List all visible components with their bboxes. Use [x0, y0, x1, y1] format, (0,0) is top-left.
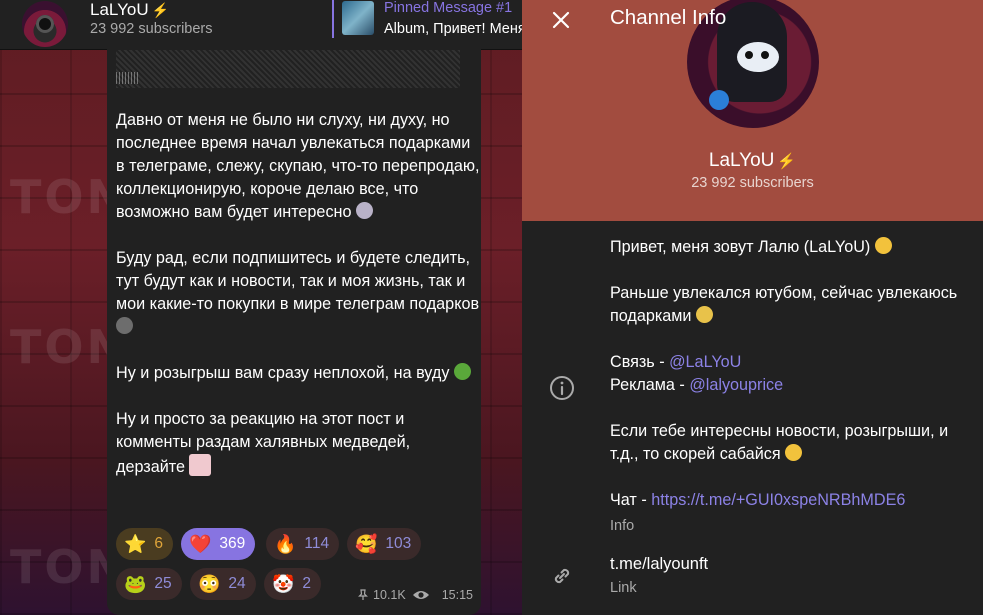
pin-icon	[358, 589, 368, 600]
reaction-flushed-face[interactable]: 😳 24	[190, 568, 256, 600]
voodoo-doll-emoji-icon	[453, 363, 471, 380]
channel-chat[interactable]: TON TON TON LaLYoU ⚡ 23 992 subscribers P…	[0, 0, 522, 615]
reaction-smiling-hearts[interactable]: 🥰 103	[347, 528, 422, 560]
reaction-count: 2	[302, 575, 312, 592]
reaction-count: 24	[228, 575, 246, 592]
spoiler-block[interactable]	[116, 50, 460, 88]
channel-avatar[interactable]	[22, 1, 68, 47]
clown-icon: 🤡	[272, 574, 295, 594]
post-paragraph: Давно от меня не было ни слуху, ни духу,…	[116, 111, 480, 221]
link-icon	[554, 568, 570, 584]
pinned-title: Pinned Message #1	[384, 0, 513, 16]
frog-icon: 🐸	[124, 574, 147, 594]
reaction-count: 6	[154, 535, 164, 552]
heart-icon: ❤️	[189, 534, 212, 554]
panel-title: Channel Info	[610, 6, 727, 29]
telegram-window: TON TON TON LaLYoU ⚡ 23 992 subscribers P…	[0, 0, 983, 615]
close-icon[interactable]	[550, 9, 572, 31]
post-paragraph: Ну и розыгрыш вам сразу неплохой, на вуд…	[116, 362, 480, 385]
view-count: 10.1K	[373, 588, 406, 602]
pinned-preview: Album, Привет! Меня	[384, 21, 522, 37]
channel-post[interactable]: Давно от меня не было ни слуху, ни духу,…	[107, 38, 481, 615]
post-paragraph: Буду рад, если подпишитесь и будете след…	[116, 247, 480, 339]
info-circle-icon	[550, 376, 574, 400]
eye-icon	[412, 591, 429, 599]
channel-description: Привет, меня зовут Лалю (LaLYoU) Раньше …	[610, 236, 970, 512]
channel-name: LaLYoU	[90, 0, 149, 19]
description-contacts: Связь - @LaLYoU Реклама - @lalyouprice	[610, 353, 784, 394]
channel-info-panel: Channel Info LaLYoU ⚡ 23 992 subscribers …	[522, 0, 983, 615]
description-line: Привет, меня зовут Лалю (LaLYoU)	[610, 236, 970, 259]
reaction-star[interactable]: ⭐ 6	[116, 528, 174, 560]
contact-link[interactable]: @LaLYoU	[669, 353, 741, 371]
profile-name: LaLYoU ⚡	[708, 150, 797, 171]
post-meta: 10.1K 15:15	[357, 588, 473, 602]
post-paragraph: Ну и просто за реакцию на этот пост и ко…	[116, 410, 411, 476]
smiling-hearts-icon: 🥰	[355, 534, 378, 554]
ads-link[interactable]: @lalyouprice	[689, 376, 783, 394]
fire-icon: 🔥	[274, 534, 297, 554]
description-line: Раньше увлекался ютубом, сейчас увлекаюс…	[610, 284, 958, 325]
reaction-heart[interactable]: ❤️ 369	[181, 528, 256, 560]
telegram-badge-icon	[709, 90, 729, 110]
lightning-badge-icon: ⚡	[151, 2, 170, 18]
channel-link[interactable]: t.me/lalyounft	[610, 555, 708, 574]
bear-sticker-icon	[189, 454, 212, 476]
profile-header: Channel Info LaLYoU ⚡ 23 992 subscribers	[522, 0, 983, 221]
reaction-count: 369	[219, 535, 246, 552]
hugging-face-icon	[874, 237, 892, 254]
post-time: 15:15	[441, 588, 473, 602]
profile-subscribers: 23 992 subscribers	[691, 175, 814, 191]
reaction-count: 103	[385, 535, 412, 552]
mascot-face	[737, 42, 779, 72]
lightning-badge-icon: ⚡	[777, 153, 797, 170]
ghost-emoji-icon	[355, 202, 373, 219]
channel-title[interactable]: LaLYoU ⚡	[90, 0, 169, 20]
reaction-frog[interactable]: 🐸 25	[116, 568, 182, 600]
pinned-thumbnail	[342, 1, 374, 35]
flushed-face-icon: 😳	[198, 574, 221, 594]
sparkle-emoji-icon	[695, 306, 713, 323]
reaction-fire[interactable]: 🔥 114	[266, 528, 340, 560]
description-line: Если тебе интересны новости, розыгрыши, …	[610, 422, 949, 463]
shushing-face-icon	[785, 444, 803, 461]
reaction-count: 114	[304, 535, 330, 552]
reaction-clown[interactable]: 🤡 2	[264, 568, 322, 600]
link-label: Link	[610, 580, 637, 596]
pinned-message-bar[interactable]: Pinned Message #1 Album, Привет! Меня	[332, 0, 522, 40]
star-icon: ⭐	[124, 534, 147, 554]
eyes-emoji-icon	[116, 317, 133, 334]
reaction-count: 25	[154, 575, 172, 592]
subscriber-count: 23 992 subscribers	[90, 21, 213, 37]
description-label: Info	[610, 518, 635, 534]
chat-invite-link[interactable]: https://t.me/+GUI0xspeNRBhMDE6	[651, 491, 905, 509]
post-text: Давно от меня не было ни слуху, ни духу,…	[116, 109, 480, 502]
description-chat: Чат - https://t.me/+GUI0xspeNRBhMDE6	[610, 491, 906, 509]
